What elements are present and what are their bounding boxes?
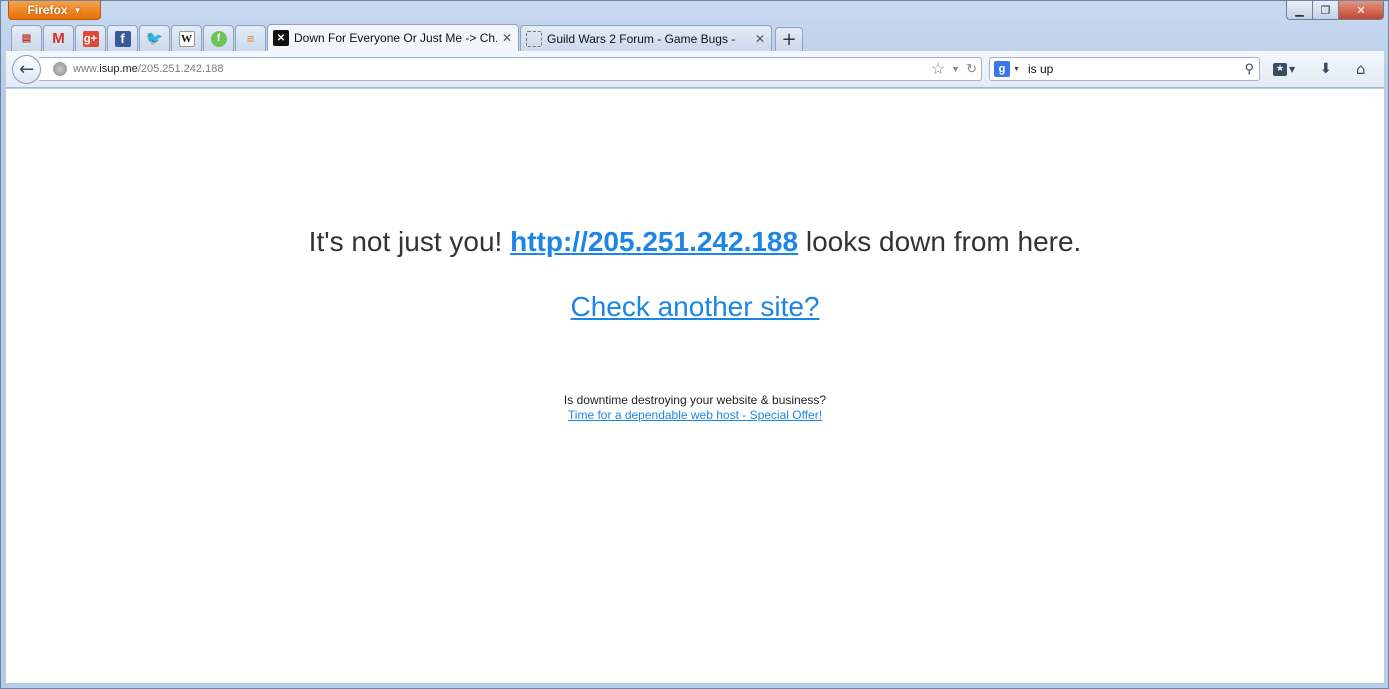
back-button[interactable]: ← [12, 55, 41, 84]
back-arrow-icon: ← [18, 59, 35, 80]
wikipedia-icon: W [178, 30, 195, 47]
bookmarks-menu-button[interactable]: ★ ▼ [1273, 59, 1295, 79]
ad-link[interactable]: Time for a dependable web host - Special… [568, 408, 822, 422]
browser-window: Firefox ▼ ▁ ❐ ✕ ▤ M g+ f 🐦 W f ≡ ✕ Down … [0, 0, 1389, 689]
ad-block: Is downtime destroying your website & bu… [6, 393, 1384, 423]
close-window-button[interactable]: ✕ [1339, 1, 1384, 20]
feed-icon: ▤ [21, 33, 32, 44]
facebook-icon: f [114, 30, 131, 47]
google-plus-icon: g+ [82, 30, 99, 47]
gmail-icon: M [52, 30, 65, 47]
history-dropdown-icon[interactable]: ▼ [951, 64, 960, 74]
tab-title: Down For Everyone Or Just Me -> Ch... [294, 31, 497, 45]
firefox-menu-button[interactable]: Firefox ▼ [8, 1, 101, 20]
checked-site-link[interactable]: http://205.251.242.188 [510, 226, 798, 257]
magnifier-icon[interactable]: ⚲ [1244, 61, 1254, 77]
firefox-menu-label: Firefox [27, 3, 68, 17]
bookmarks-icon: ★ [1273, 62, 1287, 76]
pinned-tab-feed[interactable]: ▤ [11, 25, 42, 51]
twitter-icon: 🐦 [145, 30, 164, 46]
new-tab-button[interactable]: + [775, 27, 803, 51]
maximize-button[interactable]: ❐ [1313, 1, 1339, 20]
pinned-tab-twitter[interactable]: 🐦 [139, 25, 170, 51]
minimize-button[interactable]: ▁ [1286, 1, 1313, 20]
url-bar-actions: ☆ ▼ ↻ [931, 59, 977, 79]
stackoverflow-icon: ≡ [246, 31, 255, 46]
google-search-engine-icon[interactable]: g [994, 61, 1010, 77]
navigation-toolbar: www. isup.me/205.251.242.188 ☆ ▼ ↻ ← g ▼ … [6, 51, 1384, 88]
pinned-tab-gmail[interactable]: M [43, 25, 74, 51]
feedly-icon: f [210, 30, 227, 47]
isup-favicon-icon: ✕ [273, 30, 289, 46]
url-prefix: www. [73, 63, 100, 75]
home-icon: ⌂ [1356, 60, 1366, 78]
close-tab-icon[interactable]: ✕ [502, 31, 512, 45]
search-bar[interactable]: g ▼ ⚲ [989, 57, 1260, 81]
page-content: It's not just you! http://205.251.242.18… [6, 89, 1384, 683]
loading-favicon-icon [526, 30, 542, 47]
window-controls: ▁ ❐ ✕ [1286, 1, 1384, 20]
close-tab-icon[interactable]: ✕ [755, 32, 765, 46]
tab-isup[interactable]: ✕ Down For Everyone Or Just Me -> Ch... … [267, 24, 519, 51]
pinned-tab-feedly[interactable]: f [203, 25, 234, 51]
headline-text-end: looks down from here. [805, 226, 1082, 257]
headline-text-start: It's not just you! [308, 226, 503, 257]
ad-text: Is downtime destroying your website & bu… [563, 393, 827, 407]
globe-icon [53, 62, 67, 76]
chevron-down-icon: ▼ [1013, 65, 1020, 73]
tab-guild-wars-forum[interactable]: Guild Wars 2 Forum - Game Bugs - ✕ [520, 25, 772, 51]
url-path: /205.251.242.188 [137, 63, 224, 75]
url-host: isup.me [99, 63, 138, 75]
tab-strip: ▤ M g+ f 🐦 W f ≡ ✕ Down For Everyone Or … [11, 24, 803, 51]
downloads-button[interactable]: ⬇ [1320, 59, 1332, 79]
reload-icon[interactable]: ↻ [966, 61, 977, 77]
check-another-section: Check another site? [6, 291, 1384, 323]
home-button[interactable]: ⌂ [1356, 59, 1366, 79]
url-bar[interactable]: www. isup.me/205.251.242.188 ☆ ▼ ↻ [39, 57, 982, 81]
pinned-tab-google-plus[interactable]: g+ [75, 25, 106, 51]
tab-title: Guild Wars 2 Forum - Game Bugs - [547, 31, 736, 46]
chevron-down-icon: ▼ [1289, 64, 1296, 74]
pinned-tab-wikipedia[interactable]: W [171, 25, 202, 51]
check-another-site-link[interactable]: Check another site? [570, 291, 819, 322]
pinned-tab-stackoverflow[interactable]: ≡ [235, 25, 266, 51]
download-arrow-icon: ⬇ [1320, 61, 1332, 77]
chevron-down-icon: ▼ [73, 5, 82, 15]
pinned-tab-facebook[interactable]: f [107, 25, 138, 51]
search-input[interactable] [1027, 62, 1228, 76]
status-headline: It's not just you! http://205.251.242.18… [6, 226, 1384, 258]
bookmark-star-icon[interactable]: ☆ [931, 59, 945, 79]
